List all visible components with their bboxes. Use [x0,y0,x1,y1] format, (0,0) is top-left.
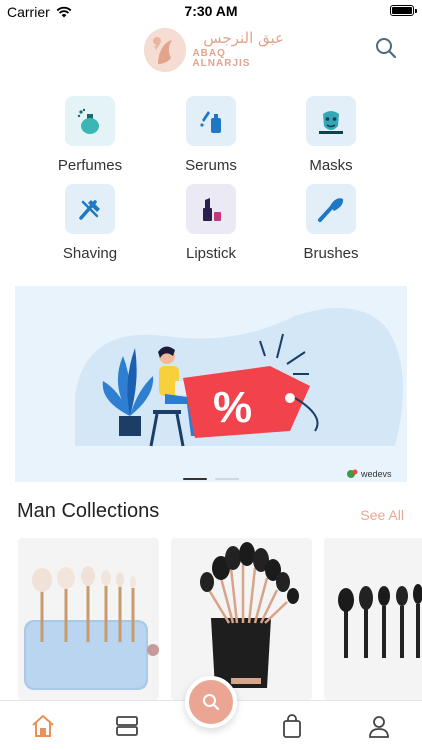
lipstick-icon [186,184,236,234]
search-button[interactable] [374,36,398,60]
status-bar: Carrier 7:30 AM [0,0,422,22]
product-card[interactable] [18,538,159,700]
product-image [171,538,312,700]
mask-icon [306,96,356,146]
brand-logo[interactable]: عبق النرجس ABAQ ALNARJIS [144,28,284,72]
brush-icon [306,184,356,234]
razor-icon [65,184,115,234]
category-lipstick[interactable]: Lipstick [151,184,271,262]
product-card[interactable] [171,538,312,700]
app-header: عبق النرجس ABAQ ALNARJIS [0,24,422,74]
category-brushes[interactable]: Brushes [271,184,391,262]
search-fab-button[interactable] [185,676,237,728]
logo-text: عبق النرجس ABAQ ALNARJIS [192,31,284,69]
carousel-dot-active[interactable] [183,478,207,480]
battery-icon [390,5,417,16]
tab-cart[interactable] [279,713,305,739]
home-icon [32,715,54,737]
product-card[interactable] [324,538,422,700]
category-label: Perfumes [57,157,123,174]
category-label: Serums [185,157,237,174]
carousel-indicator[interactable] [0,478,422,482]
promo-illustration: % wedevs [75,308,403,479]
profile-icon [369,716,389,738]
product-image [18,538,159,700]
carousel-dot[interactable] [215,478,239,480]
categories-icon [116,716,138,736]
discount-badge: % [213,383,252,432]
category-label: Masks [309,157,353,174]
section-title: Man Collections [17,500,160,522]
search-icon [376,38,397,59]
tab-categories[interactable] [114,713,140,739]
tab-profile[interactable] [366,713,392,739]
category-label: Lipstick [185,245,237,262]
category-masks[interactable]: Masks [271,96,391,174]
logo-arabic: عبق النرجس [203,29,284,47]
product-image [324,538,422,700]
category-serums[interactable]: Serums [151,96,271,174]
see-all-link[interactable]: See All [360,507,404,523]
serum-icon [186,96,236,146]
category-label: Brushes [303,245,359,262]
shopping-bag-icon [283,714,301,738]
clock: 7:30 AM [184,3,238,19]
category-shaving[interactable]: Shaving [30,184,150,262]
product-carousel [18,538,422,700]
logo-english: ABAQ ALNARJIS [192,48,251,69]
tab-home[interactable] [30,713,56,739]
perfume-icon [65,96,115,146]
category-label: Shaving [62,245,118,262]
search-icon [203,694,220,711]
logo-emblem [144,28,187,72]
promo-banner[interactable]: % wedevs [15,286,407,482]
category-perfumes[interactable]: Perfumes [30,96,150,174]
